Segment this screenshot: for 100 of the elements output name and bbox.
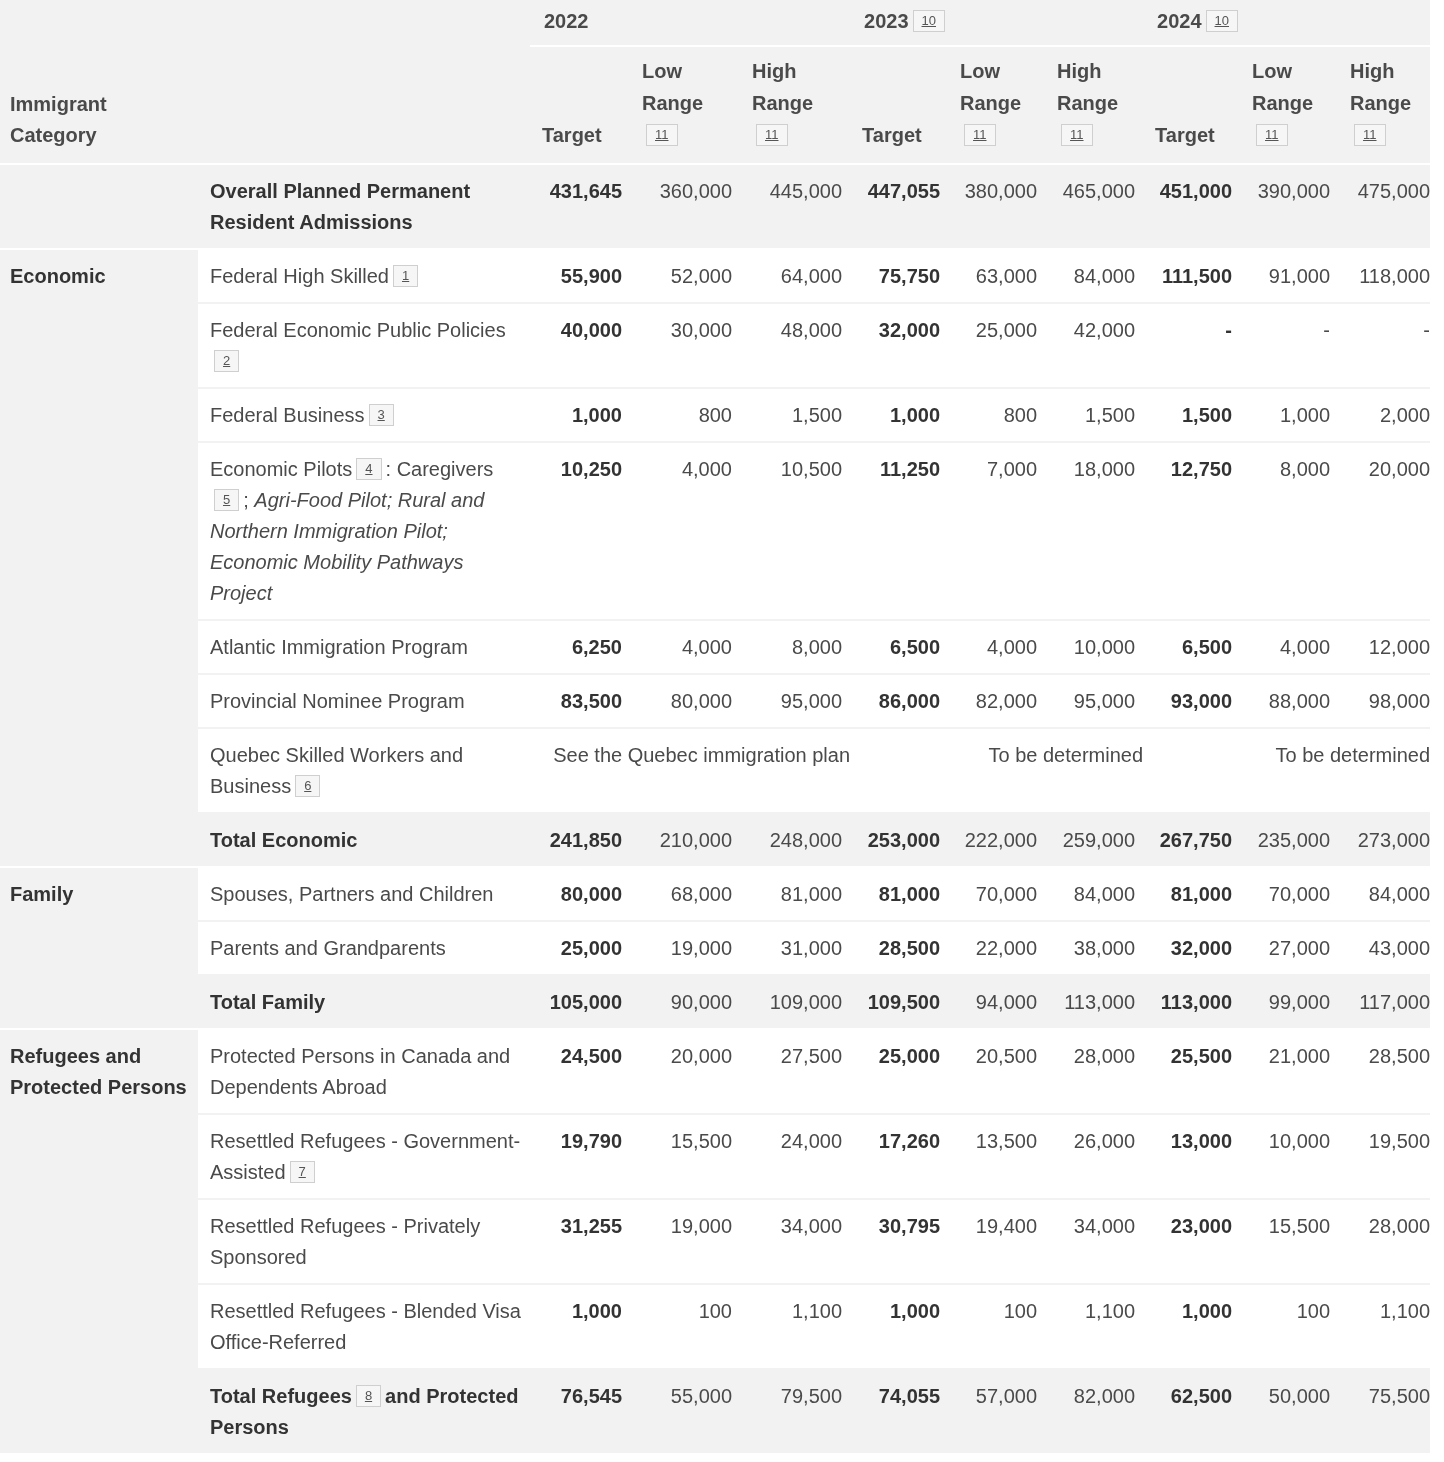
table-cell: 105,000: [549, 991, 622, 1013]
table-cell: 55,000: [670, 1385, 732, 1407]
table-cell: 70,000: [975, 883, 1038, 905]
total-label: Total Family: [210, 991, 326, 1013]
table-cell: 80,000: [670, 690, 732, 712]
footnote-link[interactable]: 8: [355, 1385, 382, 1407]
footnote-link[interactable]: 3: [368, 404, 394, 426]
table-cell: 10,500: [780, 458, 843, 480]
column-header: High Range 11: [1350, 60, 1412, 146]
total-label: Overall Planned Permanent Resident Admissions: [210, 180, 471, 233]
column-header: Target: [862, 124, 922, 146]
footnote-link[interactable]: 4: [356, 458, 382, 480]
table-cell: See the Quebec immigration plan: [553, 744, 851, 766]
footnote-link[interactable]: 6: [295, 775, 321, 797]
table-cell: 38,000: [1073, 937, 1136, 959]
category-label: Refugees and Protected Persons: [10, 1045, 187, 1098]
table-cell: 30,795: [878, 1215, 941, 1237]
row-label: Economic Pilots 4 : Caregivers 5 ; Agri-Food Pilot; Rural and Northern Immigration Pilot; Economic Mobility Pathways Project: [210, 458, 494, 604]
table-cell: 11,250: [879, 458, 941, 480]
footnote-link[interactable]: 1: [393, 265, 419, 287]
table-cell: 451,000: [1159, 180, 1233, 202]
footnote-link[interactable]: 2: [214, 350, 240, 372]
table-cell: 20,000: [1368, 458, 1431, 480]
year-header: 2024 10: [1157, 10, 1242, 32]
table-cell: 109,000: [769, 991, 843, 1013]
table-cell: 259,000: [1062, 829, 1136, 851]
table-cell: 28,500: [1368, 1045, 1431, 1067]
table-cell: 248,000: [769, 829, 843, 851]
table-cell: To be determined: [988, 744, 1144, 766]
table-cell: 6,500: [889, 636, 941, 658]
table-cell: 93,000: [1170, 690, 1233, 712]
year-header: 2022: [544, 10, 589, 32]
table-cell: 26,000: [1073, 1130, 1136, 1152]
footnote-link[interactable]: 11: [646, 124, 678, 146]
column-header: Target: [542, 124, 602, 146]
table-cell: 20,000: [670, 1045, 732, 1067]
table-cell: 84,000: [1073, 883, 1136, 905]
footnote-link[interactable]: 5: [214, 489, 240, 511]
column-header: Low Range 11: [960, 60, 1022, 146]
table-cell: 253,000: [867, 829, 941, 851]
table-cell: 22,000: [975, 937, 1038, 959]
table-cell: 76,545: [560, 1385, 622, 1407]
table-cell: 15,500: [670, 1130, 732, 1152]
table-cell: 1,500: [1084, 404, 1136, 426]
table-cell: 1,000: [571, 1300, 622, 1322]
table-cell: 25,000: [975, 319, 1038, 341]
table-cell: 28,500: [878, 937, 941, 959]
footnote-link[interactable]: 7: [289, 1161, 315, 1183]
footnote-link[interactable]: 10: [1205, 10, 1238, 32]
column-header: High Range 11: [752, 60, 814, 146]
table-cell: 2,000: [1379, 404, 1431, 426]
table-cell: 800: [1003, 404, 1038, 426]
footnote-link[interactable]: 11: [964, 124, 996, 146]
row-label: Quebec Skilled Workers and Business 6: [210, 744, 464, 797]
row-label: Protected Persons in Canada and Dependents Abroad: [210, 1045, 511, 1098]
footnote-link[interactable]: 11: [1061, 124, 1093, 146]
table-cell: 74,055: [878, 1385, 941, 1407]
table-cell: 19,000: [670, 937, 732, 959]
table-cell: 21,000: [1268, 1045, 1331, 1067]
table-cell: 82,000: [975, 690, 1038, 712]
table-cell: 241,850: [549, 829, 622, 851]
row-label: Parents and Grandparents: [210, 937, 446, 959]
table-cell: 19,000: [670, 1215, 732, 1237]
table-cell: 222,000: [964, 829, 1038, 851]
table-cell: 6,250: [571, 636, 622, 658]
table-cell: 86,000: [878, 690, 941, 712]
table-cell: 235,000: [1257, 829, 1331, 851]
footnote-link[interactable]: 10: [912, 10, 945, 32]
table-cell: 63,000: [975, 265, 1038, 287]
table-cell: 83,500: [560, 690, 622, 712]
row-label: Federal Business 3: [210, 404, 398, 426]
table-cell: 64,000: [780, 265, 843, 287]
column-header: Low Range 11: [642, 60, 704, 146]
table-cell: 19,500: [1368, 1130, 1431, 1152]
table-cell: 1,000: [1279, 404, 1331, 426]
footnote-link[interactable]: 11: [756, 124, 788, 146]
table-cell: 84,000: [1368, 883, 1431, 905]
row-label: Spouses, Partners and Children: [210, 883, 494, 905]
table-cell: 80,000: [560, 883, 622, 905]
table-cell: 1,000: [571, 404, 622, 426]
table-cell: 100: [1003, 1300, 1038, 1322]
table-cell: 88,000: [1268, 690, 1331, 712]
table-cell: 1,100: [1379, 1300, 1431, 1322]
table-cell: 431,645: [549, 180, 622, 202]
footnote-link[interactable]: 11: [1354, 124, 1386, 146]
table-cell: 10,250: [560, 458, 622, 480]
table-cell: 1,000: [1181, 1300, 1233, 1322]
table-cell: 19,400: [975, 1215, 1038, 1237]
table-cell: 25,500: [1170, 1045, 1233, 1067]
table-cell: 24,500: [560, 1045, 622, 1067]
table-cell: 82,000: [1073, 1385, 1136, 1407]
table-cell: 390,000: [1257, 180, 1331, 202]
table-cell: 1,000: [889, 404, 941, 426]
table-cell: 17,260: [878, 1130, 941, 1152]
row-label: Provincial Nominee Program: [210, 690, 465, 712]
table-cell: 31,000: [780, 937, 843, 959]
total-label: Total Refugees 8 and Protected Persons: [210, 1385, 519, 1438]
footnote-link[interactable]: 11: [1256, 124, 1288, 146]
table-cell: 4,000: [986, 636, 1038, 658]
table-cell: 99,000: [1268, 991, 1331, 1013]
